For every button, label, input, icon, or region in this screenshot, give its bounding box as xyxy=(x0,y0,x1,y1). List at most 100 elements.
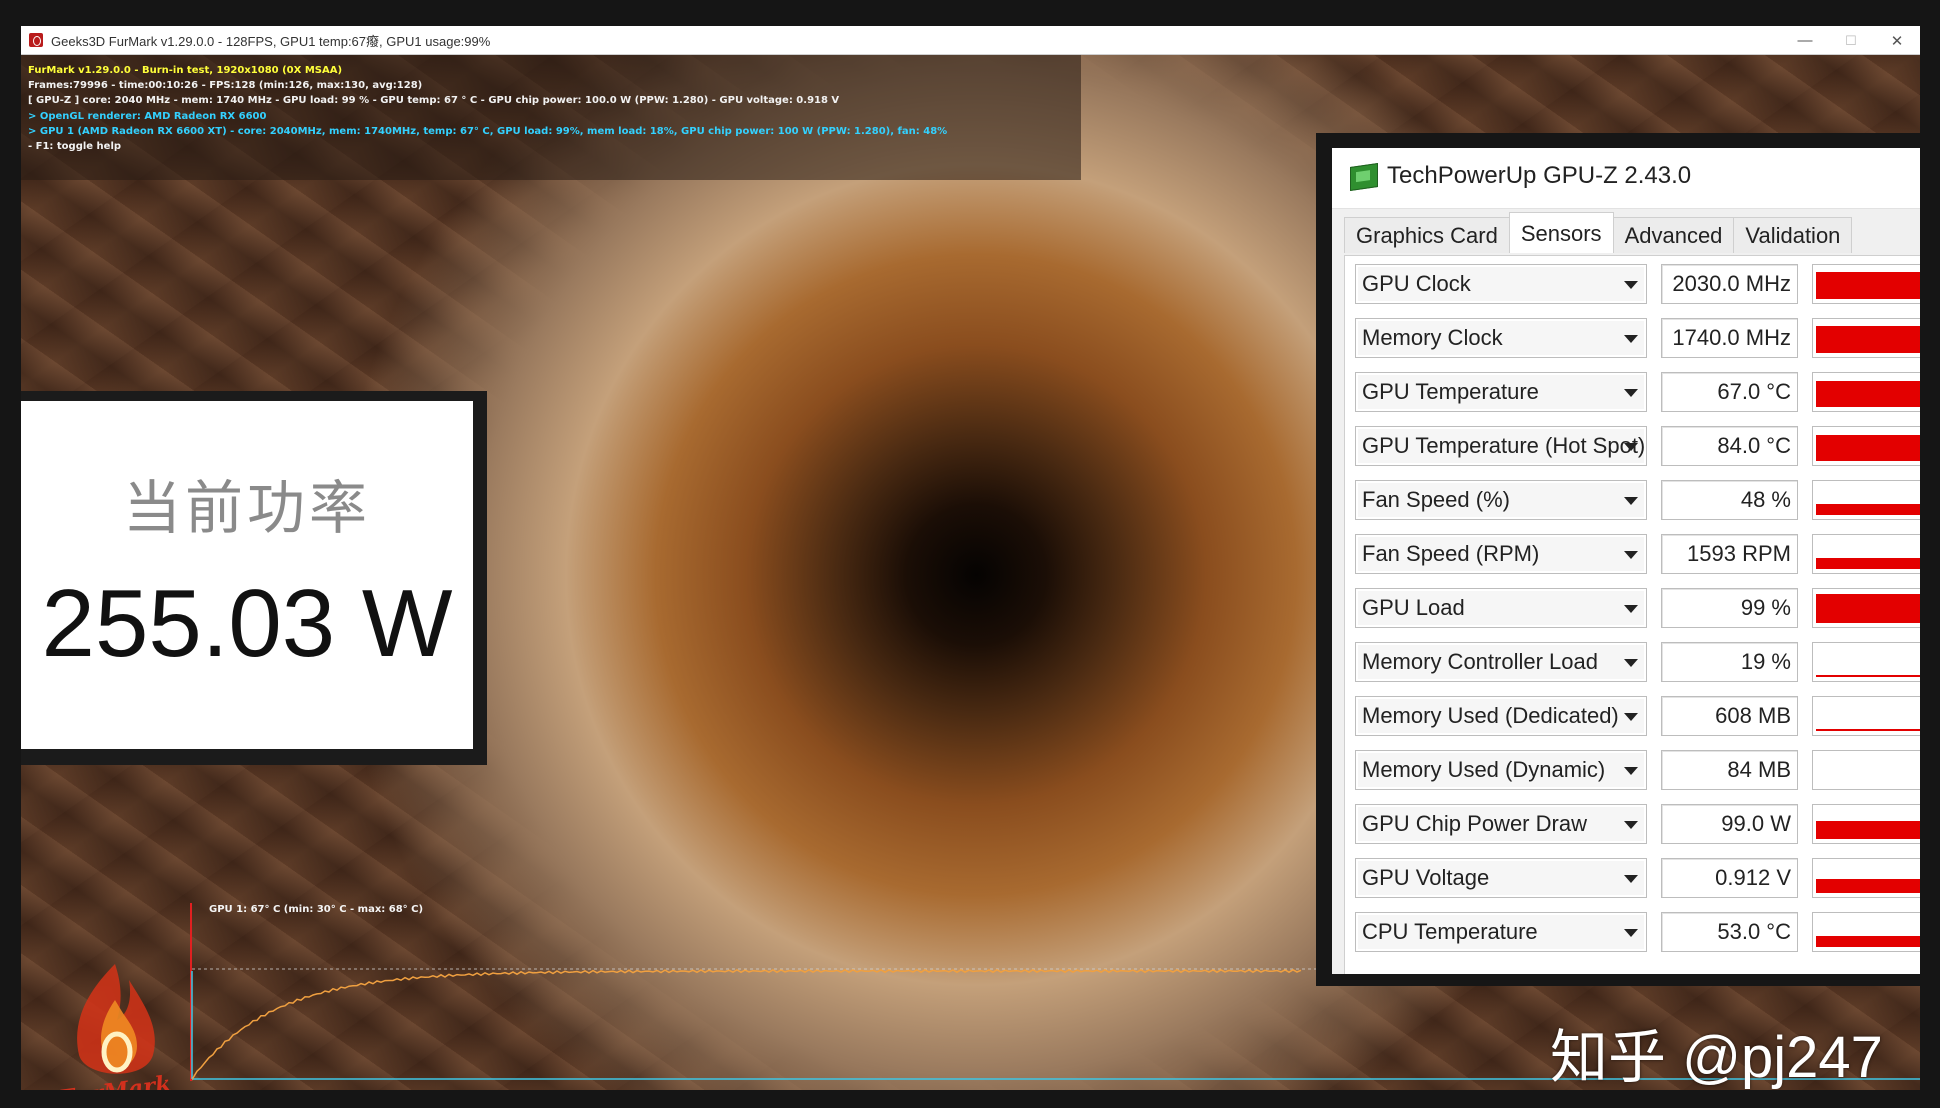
minimize-icon: — xyxy=(1797,32,1813,49)
sensor-value: 2030.0 MHz xyxy=(1661,264,1798,304)
sensor-graph-bar xyxy=(1816,504,1920,515)
chevron-down-icon xyxy=(1624,335,1638,343)
sensor-name: GPU Temperature (Hot Spot) xyxy=(1362,433,1646,458)
sensor-name: Fan Speed (%) xyxy=(1362,487,1510,512)
sensor-graph-bar xyxy=(1816,326,1920,353)
minimize-button[interactable]: — xyxy=(1782,26,1828,55)
gpu-card-icon xyxy=(1350,163,1378,191)
watermark: 知乎 @pj247 xyxy=(1550,1025,1883,1090)
sensor-graph xyxy=(1812,264,1920,304)
sensor-graph xyxy=(1812,696,1920,736)
sensor-name-dropdown[interactable]: Fan Speed (RPM) xyxy=(1355,534,1647,574)
gpuz-window: TechPowerUp GPU-Z 2.43.0 Graphics Card S… xyxy=(1332,148,1920,974)
sensor-row-gpu-chip-power-draw: GPU Chip Power Draw 99.0 W xyxy=(1345,798,1920,852)
sensor-row-cpu-temperature: CPU Temperature 53.0 °C xyxy=(1345,906,1920,960)
sensor-graph-bar xyxy=(1816,675,1920,677)
sensor-row-gpu-clock: GPU Clock 2030.0 MHz xyxy=(1345,258,1920,312)
sensor-name: GPU Temperature xyxy=(1362,379,1539,404)
osd-line-gpuz: [ GPU-Z ] core: 2040 MHz - mem: 1740 MHz… xyxy=(28,95,840,107)
chevron-down-icon xyxy=(1624,659,1638,667)
sensor-row-fan-speed-rpm: Fan Speed (RPM) 1593 RPM xyxy=(1345,528,1920,582)
sensor-name-dropdown[interactable]: CPU Temperature xyxy=(1355,912,1647,952)
osd-line-title: FurMark v1.29.0.0 - Burn-in test, 1920x1… xyxy=(28,65,343,76)
tab-validation[interactable]: Validation xyxy=(1733,217,1853,253)
graph-title: GPU 1: 67° C (min: 30° C - max: 68° C) xyxy=(209,904,424,915)
sensor-value: 1593 RPM xyxy=(1661,534,1798,574)
tab-sensors[interactable]: Sensors xyxy=(1508,212,1614,253)
chevron-down-icon xyxy=(1624,443,1638,451)
sensor-row-gpu-voltage: GPU Voltage 0.912 V xyxy=(1345,852,1920,906)
chevron-down-icon xyxy=(1624,713,1638,721)
sensor-graph xyxy=(1812,480,1920,520)
power-label: 当前功率 xyxy=(122,476,371,541)
sensor-value: 19 % xyxy=(1661,642,1798,682)
furmark-logo: FurMark xyxy=(49,960,181,1090)
sensor-name: Memory Clock xyxy=(1362,325,1503,350)
sensor-value: 99 % xyxy=(1661,588,1798,628)
sensor-name-dropdown[interactable]: Memory Clock xyxy=(1355,318,1647,358)
sensor-graph xyxy=(1812,858,1920,898)
close-button[interactable]: ✕ xyxy=(1874,26,1920,55)
sensor-row-fan-speed: Fan Speed (%) 48 % xyxy=(1345,474,1920,528)
sensor-graph xyxy=(1812,318,1920,358)
sensor-value: 84 MB xyxy=(1661,750,1798,790)
gpuz-tabs: Graphics Card Sensors Advanced Validatio… xyxy=(1344,212,1853,255)
furmark-app-icon xyxy=(29,33,43,47)
sensor-name-dropdown[interactable]: GPU Voltage xyxy=(1355,858,1647,898)
sensor-graph-bar xyxy=(1816,435,1920,461)
sensor-name-dropdown[interactable]: Memory Used (Dynamic) xyxy=(1355,750,1647,790)
title-bar[interactable]: Geeks3D FurMark v1.29.0.0 - 128FPS, GPU1… xyxy=(21,26,1920,55)
sensor-name-dropdown[interactable]: Fan Speed (%) xyxy=(1355,480,1647,520)
tab-advanced[interactable]: Advanced xyxy=(1612,217,1735,253)
sensor-value: 53.0 °C xyxy=(1661,912,1798,952)
sensor-graph-bar xyxy=(1816,272,1920,299)
sensor-name: Memory Controller Load xyxy=(1362,649,1598,674)
sensor-value: 48 % xyxy=(1661,480,1798,520)
sensor-value: 1740.0 MHz xyxy=(1661,318,1798,358)
sensor-graph-bar xyxy=(1816,729,1920,731)
sensor-graph-bar xyxy=(1816,821,1920,839)
sensor-name-dropdown[interactable]: GPU Temperature xyxy=(1355,372,1647,412)
sensor-value: 84.0 °C xyxy=(1661,426,1798,466)
sensor-row-gpu-temperature-hot-spot: GPU Temperature (Hot Spot) 84.0 °C xyxy=(1345,420,1920,474)
sensor-graph xyxy=(1812,588,1920,628)
sensor-graph xyxy=(1812,804,1920,844)
sensor-name: Memory Used (Dedicated) xyxy=(1362,703,1619,728)
gpuz-header[interactable]: TechPowerUp GPU-Z 2.43.0 xyxy=(1332,148,1920,209)
chevron-down-icon xyxy=(1624,551,1638,559)
sensor-name-dropdown[interactable]: Memory Controller Load xyxy=(1355,642,1647,682)
sensor-value: 608 MB xyxy=(1661,696,1798,736)
sensor-name-dropdown[interactable]: GPU Clock xyxy=(1355,264,1647,304)
graph-temperature-line xyxy=(192,968,1302,1081)
sensor-row-memory-used-dynamic: Memory Used (Dynamic) 84 MB xyxy=(1345,744,1920,798)
sensor-name-dropdown[interactable]: Memory Used (Dedicated) xyxy=(1355,696,1647,736)
sensor-graph-bar xyxy=(1816,594,1920,623)
sensor-name: Memory Used (Dynamic) xyxy=(1362,757,1606,782)
sensor-graph-bar xyxy=(1816,936,1920,947)
power-card: 当前功率 255.03 W xyxy=(21,401,473,749)
sensor-name-dropdown[interactable]: GPU Load xyxy=(1355,588,1647,628)
sensor-row-memory-used-dedicated: Memory Used (Dedicated) 608 MB xyxy=(1345,690,1920,744)
chevron-down-icon xyxy=(1624,821,1638,829)
sensor-row-gpu-temperature: GPU Temperature 67.0 °C xyxy=(1345,366,1920,420)
chevron-down-icon xyxy=(1624,497,1638,505)
maximize-button[interactable]: ☐ xyxy=(1828,26,1874,55)
osd-line-help: - F1: toggle help xyxy=(28,141,122,153)
sensor-name: GPU Chip Power Draw xyxy=(1362,811,1587,836)
osd-overlay: FurMark v1.29.0.0 - Burn-in test, 1920x1… xyxy=(21,55,1081,180)
sensor-graph-bar xyxy=(1816,381,1920,407)
sensor-graph xyxy=(1812,534,1920,574)
sensor-name: GPU Voltage xyxy=(1362,865,1490,890)
chevron-down-icon xyxy=(1624,875,1638,883)
sensor-graph xyxy=(1812,750,1920,790)
sensor-value: 0.912 V xyxy=(1661,858,1798,898)
sensor-name: GPU Load xyxy=(1362,595,1465,620)
sensor-graph-bar xyxy=(1816,879,1920,893)
sensor-name-dropdown[interactable]: GPU Chip Power Draw xyxy=(1355,804,1647,844)
sensor-row-memory-controller-load: Memory Controller Load 19 % xyxy=(1345,636,1920,690)
sensor-name-dropdown[interactable]: GPU Temperature (Hot Spot) xyxy=(1355,426,1647,466)
sensor-graph-bar xyxy=(1816,558,1920,569)
sensor-name: CPU Temperature xyxy=(1362,919,1538,944)
close-icon: ✕ xyxy=(1890,32,1904,50)
tab-graphics-card[interactable]: Graphics Card xyxy=(1344,217,1510,253)
